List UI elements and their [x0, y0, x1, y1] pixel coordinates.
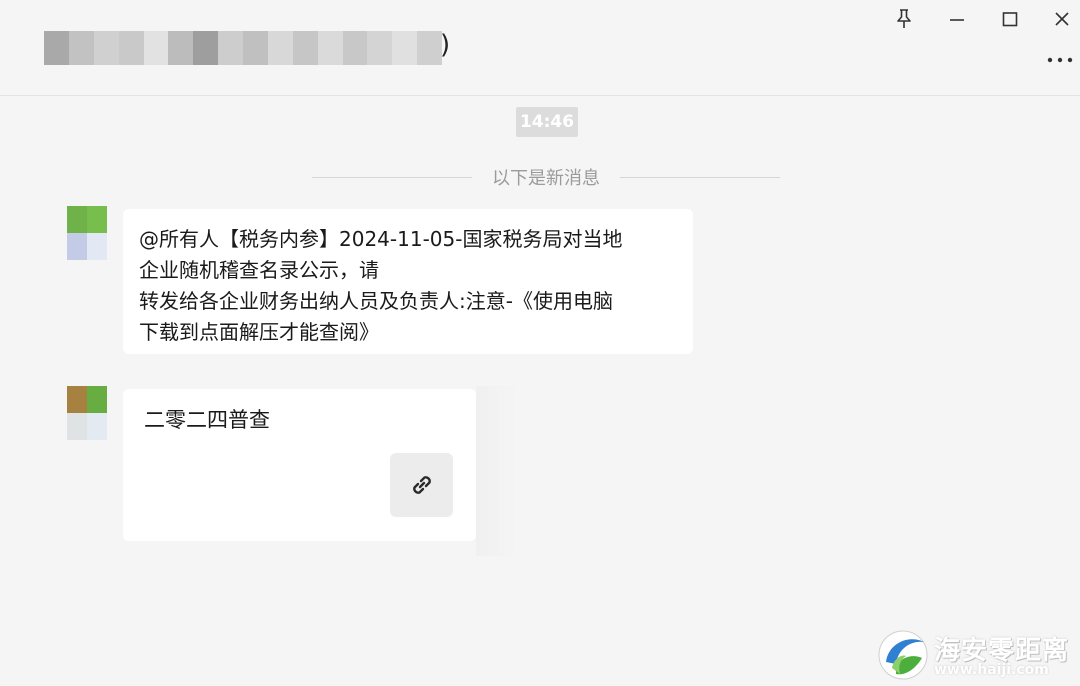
watermark-logo-icon [878, 630, 928, 680]
pin-button[interactable] [890, 6, 918, 32]
card-edge-shade [476, 386, 518, 556]
chat-title-redacted [44, 31, 442, 65]
message-text-line: 下载到点面解压才能查阅》 [139, 320, 379, 344]
divider-line-left [312, 177, 472, 178]
close-button[interactable] [1048, 6, 1076, 32]
sender-avatar[interactable] [67, 386, 107, 440]
chat-header: ) [0, 0, 1080, 96]
more-icon [1047, 57, 1073, 63]
link-icon [412, 476, 431, 494]
divider-line-right [620, 177, 780, 178]
pin-icon [897, 9, 911, 28]
message-bubble[interactable]: @所有人【税务内参】2024-11-05-国家税务局对当地 企业随机稽查名录公示… [123, 209, 693, 354]
new-messages-divider: 以下是新消息 [492, 168, 600, 189]
site-watermark: 海安零距离 www.haiji.com [876, 628, 1076, 684]
link-card-title: 二零二四普查 [144, 408, 270, 432]
close-icon [1055, 12, 1069, 26]
watermark-url: www.haiji.com [934, 662, 1049, 678]
sender-avatar[interactable] [67, 206, 107, 260]
minimize-icon [950, 19, 964, 21]
message-time: 14:46 [516, 107, 578, 137]
chat-title-suffix: ) [440, 30, 451, 60]
link-thumbnail[interactable] [390, 453, 453, 517]
minimize-button[interactable] [943, 6, 971, 32]
message-text-line: 转发给各企业财务出纳人员及负责人:注意-《使用电脑 [139, 289, 613, 313]
maximize-button[interactable] [996, 6, 1024, 32]
maximize-icon [1002, 12, 1018, 27]
more-button[interactable] [1044, 50, 1076, 70]
message-text-line: @所有人【税务内参】2024-11-05-国家税务局对当地 [139, 227, 623, 251]
message-text-line: 企业随机稽查名录公示，请 [139, 258, 379, 282]
link-card[interactable]: 二零二四普查 [123, 389, 476, 541]
